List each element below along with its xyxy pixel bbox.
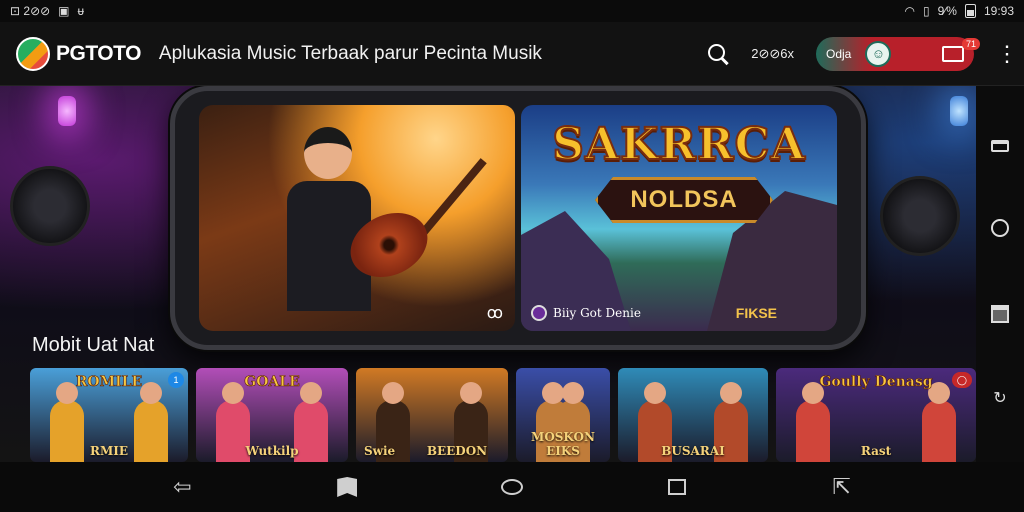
system-nav-bar: ⇦ ⇱ — [0, 462, 1024, 512]
speaker-right — [880, 176, 960, 256]
square-icon[interactable] — [991, 304, 1009, 323]
status-left: ⊡ 2⊘⊘ ▣ ᵾ — [10, 4, 84, 18]
clock: 19:93 — [983, 4, 1014, 18]
tile-badge: 1 — [168, 372, 184, 388]
game-tile[interactable]: MOSKON EIKS — [516, 368, 610, 462]
circle-icon[interactable] — [991, 219, 1009, 238]
rotate-icon[interactable]: ↻ — [991, 390, 1009, 408]
tile-title: ROMILE — [75, 374, 143, 391]
status-left-text: ⊡ 2⊘⊘ — [10, 4, 51, 18]
game-tile[interactable]: GOALE Wutkilp — [196, 368, 348, 462]
tile-label: BUSARAI — [661, 444, 725, 458]
game-tile[interactable]: BUSARAI — [618, 368, 768, 462]
game-badge-icon — [531, 305, 547, 321]
status-right: ◠ ▯ 9⁄% 19:93 — [905, 4, 1014, 18]
tray-icon[interactable] — [991, 139, 1009, 152]
tile-label: Wutkilp — [245, 444, 299, 458]
tile-label: RMIE — [89, 444, 128, 458]
avatar[interactable]: ☺ — [865, 40, 892, 67]
banner-footer-left-text: Biiy Got Denie — [553, 306, 641, 320]
home-icon[interactable] — [497, 472, 527, 502]
notification-icon: ▣ — [58, 4, 70, 18]
wifi-icon: ◠ — [904, 4, 915, 18]
phone-screen: ꝏ SAKRRCA NOLDSA Biiy Got Denie FIKSE — [199, 105, 837, 331]
shield-icon[interactable] — [332, 472, 362, 502]
screenshot-icon[interactable]: ⇱ — [827, 472, 857, 502]
logo-text: PGTOTO — [56, 41, 141, 65]
hero-banner-game[interactable]: SAKRRCA NOLDSA Biiy Got Denie FIKSE — [521, 105, 837, 331]
mail-badge: 71 — [961, 37, 980, 50]
tile-label: Rast — [860, 444, 892, 458]
tile-title: Goully Denasg — [819, 374, 933, 391]
recents-icon[interactable] — [662, 472, 692, 502]
game-tiles: ROMILE RMIE 1 GOALE Wutkilp BEEDON Swie MOSKON … — [30, 368, 976, 462]
banner-footer-right: FIKSE — [735, 305, 777, 321]
status-bar: ⊡ 2⊘⊘ ▣ ᵾ ◠ ▯ 9⁄% 19:93 — [0, 0, 1024, 22]
logo-icon — [16, 36, 50, 71]
header-count: 2⊘⊘6x — [751, 45, 794, 61]
hero-stage: ꝏ SAKRRCA NOLDSA Biiy Got Denie FIKSE Mo… — [0, 86, 976, 462]
speaker-left — [10, 166, 90, 246]
logo[interactable]: PGTOTO — [16, 36, 141, 71]
banner-footer-left: Biiy Got Denie — [531, 305, 641, 321]
guitarist-figure — [269, 115, 389, 315]
game-tile[interactable]: BEEDON Swie — [356, 368, 508, 462]
banner-title: SAKRRCA — [551, 118, 806, 171]
kebab-menu-icon[interactable]: ⋮ — [996, 42, 1018, 65]
tile-left-label: Swie — [364, 444, 396, 458]
user-pill[interactable]: Odja ☺ 71 — [816, 36, 980, 71]
notification-icon-small: ᵾ — [77, 4, 85, 18]
banner-subtitle: NOLDSA — [595, 177, 773, 223]
sim-icon: ▯ — [923, 4, 930, 18]
tile-badge: ◯ — [951, 372, 972, 388]
battery-icon — [964, 4, 976, 18]
tile-label: MOSKON EIKS — [531, 430, 595, 458]
back-icon[interactable]: ⇦ — [167, 472, 197, 502]
header-actions: 2⊘⊘6x Odja ☺ 71 ⋮ — [707, 36, 1018, 71]
section-title: Mobit Uat Nat — [32, 334, 155, 356]
side-nav: ↻ — [976, 86, 1024, 462]
hero-banner-guitarist[interactable]: ꝏ — [199, 105, 515, 331]
stage-light-right — [950, 96, 968, 126]
battery-percent: 9⁄% — [937, 4, 957, 18]
tile-title: GOALE — [244, 374, 300, 391]
app-header: PGTOTO Aplukasia Music Terbaak parur Pec… — [0, 22, 1024, 86]
mail-icon[interactable]: 71 — [942, 37, 980, 62]
page-title: Aplukasia Music Terbaak parur Pecinta Mu… — [158, 42, 542, 64]
search-icon[interactable] — [707, 43, 729, 65]
game-tile[interactable]: Goully Denasg Rast ◯ — [776, 368, 976, 462]
user-name: Odja — [826, 46, 852, 61]
banner-corner-glyph: ꝏ — [486, 305, 503, 322]
game-tile[interactable]: ROMILE RMIE 1 — [30, 368, 188, 462]
phone-frame: ꝏ SAKRRCA NOLDSA Biiy Got Denie FIKSE — [170, 86, 866, 350]
stage-light-left — [58, 96, 76, 126]
